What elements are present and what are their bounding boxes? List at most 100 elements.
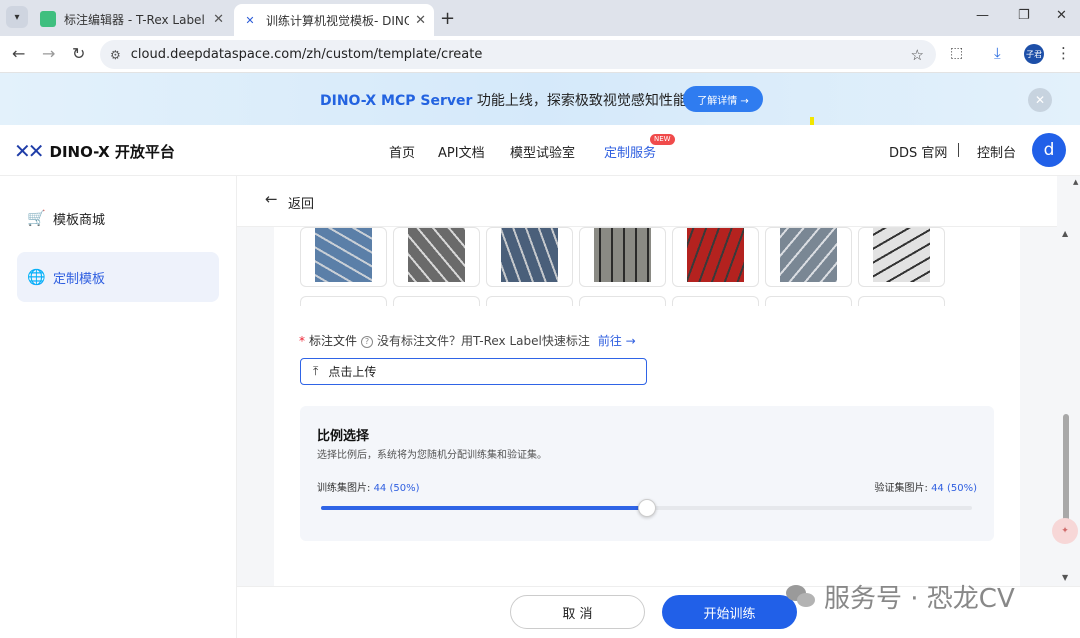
address-bar: ← → ↻ ⚙ cloud.deepdataspace.com/zh/custo… (0, 36, 1080, 73)
tab-title: 标注编辑器 - T-Rex Label (64, 12, 205, 27)
nav-model-lab[interactable]: 模型试验室 (510, 142, 575, 161)
slider-handle[interactable] (637, 499, 656, 517)
new-tab-icon[interactable]: + (440, 8, 455, 29)
nav-home[interactable]: 首页 (389, 142, 415, 161)
reload-icon[interactable]: ↻ (72, 44, 85, 63)
page-scroll-up-icon[interactable]: ▲ (1073, 178, 1078, 186)
annotation-hint: 没有标注文件？用T-Rex Label快速标注 (377, 334, 590, 348)
field-label-text: 标注文件 (309, 334, 358, 348)
browser-tab-bar: ▾ 标注编辑器 - T-Rex Label ✕ ✕ 训练计算机视觉模板- DIN… (0, 0, 1080, 36)
extensions-icon[interactable]: ⬚ (950, 45, 963, 61)
cart-icon: 🛒 (27, 209, 46, 227)
site-header: ✕✕ DINO-X 开放平台 首页 API文档 模型试验室 定制服务 NEW D… (0, 125, 1080, 176)
close-window-icon[interactable]: ✕ (1056, 8, 1067, 23)
dds-site-link[interactable]: DDS 官网 (889, 142, 947, 161)
floating-helper-icon[interactable]: ✦ (1052, 518, 1078, 544)
form-card: * 标注文件? 没有标注文件？用T-Rex Label快速标注 前往 → ⤒ 点击上传… (274, 227, 1020, 638)
start-training-button[interactable]: 开始训练 (662, 595, 797, 629)
bookmark-star-icon[interactable]: ☆ (911, 46, 924, 64)
image-thumbnail[interactable] (672, 227, 759, 287)
image-thumbnail[interactable] (858, 227, 945, 287)
back-bar: ← 返回 (237, 176, 1057, 227)
train-value: 44 (50%) (373, 483, 420, 494)
url-field[interactable]: ⚙ cloud.deepdataspace.com/zh/custom/temp… (100, 40, 936, 69)
brand-logo[interactable]: ✕✕ DINO-X 开放平台 (14, 139, 175, 163)
upload-label: 点击上传 (328, 365, 377, 379)
main-content: ← 返回 * 标注文件? 没有标注文件？用T-Rex Label快速标注 前往 → ⤒… (237, 176, 1080, 638)
banner-text: 功能上线，探索极致视觉感知性能 (472, 93, 687, 109)
restore-icon[interactable]: ❐ (1018, 8, 1030, 23)
site-info-icon[interactable]: ⚙ (110, 48, 121, 62)
ratio-panel: 比例选择 选择比例后，系统将为您随机分配训练集和验证集。 训练集图片: 44 (… (300, 406, 994, 541)
sidebar-item-label: 模板商城 (53, 212, 106, 228)
slider-fill (321, 506, 647, 510)
thumbnail-image (408, 228, 465, 282)
upload-button[interactable]: ⤒ 点击上传 (300, 358, 647, 385)
sidebar: 🛒 模板商城 🌐 定制模板 (0, 176, 237, 638)
image-thumbnail[interactable] (579, 227, 666, 287)
close-tab-icon[interactable]: ✕ (213, 12, 224, 27)
scroll-down-icon[interactable]: ▼ (1062, 573, 1068, 582)
val-value: 44 (50%) (931, 483, 977, 494)
image-thumbnail[interactable] (486, 296, 573, 306)
profile-avatar[interactable]: 子君 (1024, 44, 1044, 64)
learn-more-button[interactable]: 了解详情 → (683, 86, 763, 112)
banner-highlight: DINO-X MCP Server (320, 93, 473, 109)
thumbnail-image (780, 228, 837, 282)
val-label: 验证集图片: (874, 483, 928, 494)
dino-logo-icon: ✕✕ (14, 139, 44, 163)
image-thumbnail[interactable] (579, 296, 666, 306)
more-menu-icon[interactable]: ⋮ (1056, 44, 1071, 62)
ratio-slider[interactable] (321, 499, 972, 517)
thumbnail-image (687, 228, 744, 282)
image-thumbnail[interactable] (765, 296, 852, 306)
image-thumbnail[interactable] (393, 296, 480, 306)
dino-favicon-icon: ✕ (245, 13, 255, 27)
header-divider (958, 143, 959, 157)
watermark: 服务号 · 恐龙CV (786, 578, 1015, 615)
upload-icon: ⤒ (313, 364, 319, 378)
tab-search-icon[interactable]: ▾ (6, 6, 28, 28)
cancel-button[interactable]: 取 消 (510, 595, 645, 629)
go-trex-link[interactable]: 前往 → (598, 334, 636, 348)
back-link[interactable]: 返回 (288, 193, 314, 212)
forward-nav-icon[interactable]: → (42, 44, 55, 63)
browser-tab-dino[interactable]: ✕ 训练计算机视觉模板- DINO-X ✕ (234, 4, 434, 36)
download-icon[interactable]: ⤓ (994, 44, 1001, 62)
image-thumbnail[interactable] (300, 227, 387, 287)
help-icon[interactable]: ? (361, 335, 374, 348)
image-thumbnail[interactable] (765, 227, 852, 287)
image-thumbnail[interactable] (672, 296, 759, 306)
console-link[interactable]: 控制台 (977, 142, 1016, 161)
thumbnail-image (315, 228, 372, 282)
back-arrow-icon[interactable]: ← (265, 190, 278, 208)
thumbnail-image (501, 228, 558, 282)
sidebar-item-template-store[interactable]: 🛒 模板商城 (17, 193, 219, 243)
thumbnail-image (873, 228, 930, 282)
image-thumbnail[interactable] (300, 296, 387, 306)
image-thumbnail[interactable] (858, 296, 945, 306)
browser-tab-trex[interactable]: 标注编辑器 - T-Rex Label ✕ (32, 4, 232, 34)
image-thumbnail[interactable] (393, 227, 480, 287)
globe-icon: 🌐 (27, 268, 46, 286)
sidebar-item-custom-template[interactable]: 🌐 定制模板 (17, 252, 219, 302)
banner-message: DINO-X MCP Server 功能上线，探索极致视觉感知性能 (320, 90, 687, 110)
image-thumbnail[interactable] (486, 227, 573, 287)
banner-close-icon[interactable]: ✕ (1028, 88, 1052, 112)
nav-custom-service[interactable]: 定制服务 (604, 142, 656, 161)
wechat-icon (786, 584, 816, 609)
back-nav-icon[interactable]: ← (12, 44, 25, 63)
trex-favicon-icon (40, 11, 56, 27)
tab-title: 训练计算机视觉模板- DINO-X (266, 13, 410, 28)
annotation-file-label: * 标注文件? 没有标注文件？用T-Rex Label快速标注 前往 → (299, 332, 636, 349)
new-badge: NEW (650, 134, 675, 145)
url-text[interactable]: cloud.deepdataspace.com/zh/custom/templa… (131, 47, 911, 62)
scroll-up-icon[interactable]: ▲ (1062, 229, 1068, 238)
close-tab-icon[interactable]: ✕ (415, 13, 426, 28)
minimize-icon[interactable]: — (976, 8, 989, 23)
user-avatar[interactable]: d (1032, 133, 1066, 167)
train-count: 训练集图片: 44 (50%) (317, 479, 420, 494)
thumbnail-image (594, 228, 651, 282)
brand-name: DINO-X 开放平台 (49, 142, 175, 161)
nav-api-docs[interactable]: API文档 (438, 142, 485, 161)
